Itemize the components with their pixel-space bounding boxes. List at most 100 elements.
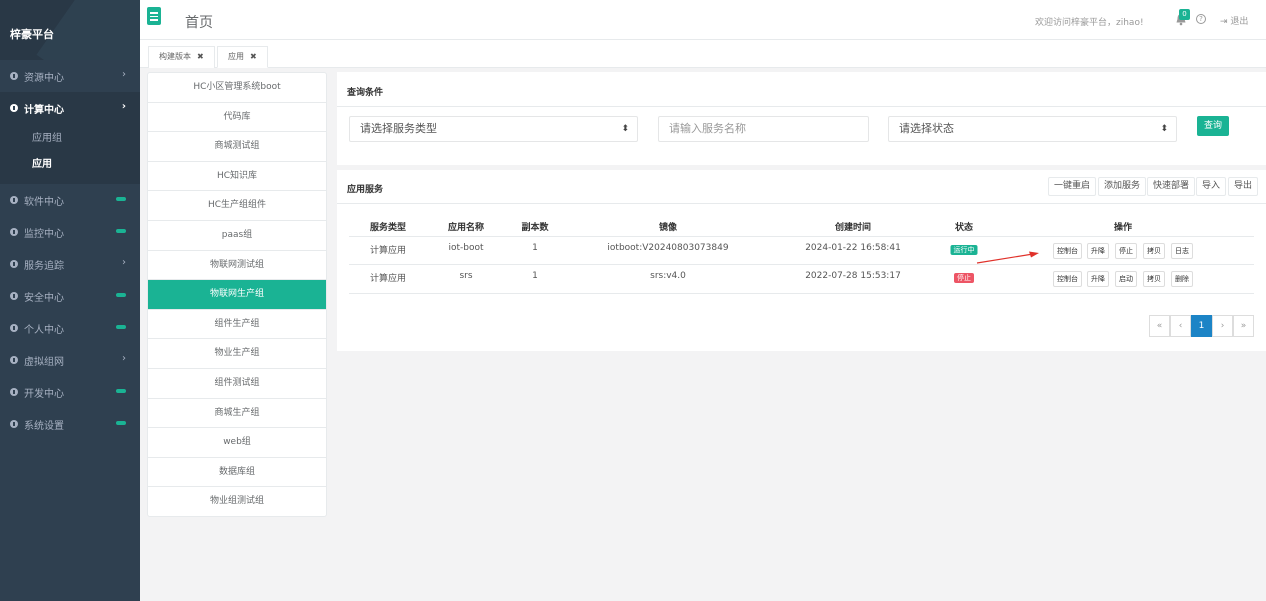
circle-icon xyxy=(10,420,18,428)
service-type-select[interactable]: 请选择服务类型 ⬍ xyxy=(349,116,638,142)
stop-button[interactable]: 停止 xyxy=(1115,243,1137,259)
import-button[interactable]: 导入 xyxy=(1196,177,1227,196)
list-item[interactable]: 物联网测试组 xyxy=(148,251,326,281)
sidebar-item-label: 服务追踪 xyxy=(24,260,64,272)
sidebar-item-vnet[interactable]: 虚拟组网 › xyxy=(0,344,140,376)
service-title: 应用服务 xyxy=(347,185,384,195)
list-item[interactable]: 组件测试组 xyxy=(148,369,326,399)
copy-button[interactable]: 拷贝 xyxy=(1143,243,1165,259)
list-item[interactable]: 物业组测试组 xyxy=(148,487,326,517)
list-item[interactable]: HC生产组组件 xyxy=(148,191,326,221)
close-icon[interactable]: ✖ xyxy=(250,52,257,61)
console-button[interactable]: 控制台 xyxy=(1053,243,1082,259)
logout-button[interactable]: ⇥ 退出 xyxy=(1220,14,1248,27)
cell-type: 计算应用 xyxy=(369,274,407,284)
export-button[interactable]: 导出 xyxy=(1228,177,1259,196)
sidebar-item-compute[interactable]: 计算中心 › xyxy=(0,92,140,124)
tab-label: 应用 xyxy=(228,52,244,61)
status-badge: 停止 xyxy=(954,273,974,283)
close-icon[interactable]: ✖ xyxy=(197,52,204,61)
sidebar-item-settings[interactable]: 系统设置 xyxy=(0,408,140,440)
copy-button[interactable]: 拷贝 xyxy=(1143,271,1165,287)
status-select[interactable]: 请选择状态 ⬍ xyxy=(888,116,1177,142)
list-item[interactable]: paas组 xyxy=(148,221,326,251)
sidebar-item-label: 个人中心 xyxy=(24,324,64,336)
circle-icon xyxy=(10,292,18,300)
list-item[interactable]: HC知识库 xyxy=(148,162,326,192)
circle-icon xyxy=(10,72,18,80)
sidebar-item-label: 监控中心 xyxy=(24,228,64,240)
logout-icon: ⇥ xyxy=(1220,17,1228,27)
circle-icon xyxy=(10,228,18,236)
new-badge xyxy=(116,229,126,233)
list-item[interactable]: web组 xyxy=(148,428,326,458)
log-button[interactable]: 日志 xyxy=(1171,243,1193,259)
column-header: 创建时间 xyxy=(834,223,872,233)
list-item[interactable]: 组件生产组 xyxy=(148,310,326,340)
circle-icon xyxy=(10,104,18,112)
sidebar-item-software[interactable]: 软件中心 xyxy=(0,184,140,216)
notification-count: 0 xyxy=(1179,9,1190,20)
sidebar-submenu: 应用组 应用 xyxy=(0,124,140,184)
welcome-text: 欢迎访问梓豪平台，zihao! xyxy=(1035,18,1144,28)
page-title: 首页 xyxy=(185,15,213,31)
list-item-selected[interactable]: 物联网生产组 xyxy=(148,280,326,310)
chevron-right-icon: › xyxy=(121,101,126,112)
new-badge xyxy=(116,389,126,393)
list-item[interactable]: 商城生产组 xyxy=(148,399,326,429)
cell-replicas: 1 xyxy=(532,243,538,253)
new-badge xyxy=(116,197,126,201)
search-button[interactable]: 查询 xyxy=(1197,116,1229,136)
menu-toggle-icon[interactable] xyxy=(147,7,161,25)
circle-icon xyxy=(10,324,18,332)
next-page-button[interactable]: › xyxy=(1212,315,1233,337)
scale-button[interactable]: 升降 xyxy=(1087,271,1109,287)
tab-build-version[interactable]: 构建版本 ✖ xyxy=(148,46,215,68)
caret-updown-icon: ⬍ xyxy=(621,124,629,134)
select-value: 请选择服务类型 xyxy=(360,122,437,135)
sidebar-item-dev[interactable]: 开发中心 xyxy=(0,376,140,408)
column-header: 应用名称 xyxy=(447,223,485,233)
input-placeholder: 请输入服务名称 xyxy=(669,122,746,135)
sidebar-header: 梓豪平台 xyxy=(0,0,140,60)
list-item[interactable]: 代码库 xyxy=(148,103,326,133)
page-1-button[interactable]: 1 xyxy=(1191,315,1212,337)
cell-name: iot-boot xyxy=(448,243,484,253)
select-value: 请选择状态 xyxy=(899,122,954,135)
quick-deploy-button[interactable]: 快速部署 xyxy=(1147,177,1196,196)
list-item[interactable]: 数据库组 xyxy=(148,458,326,488)
sidebar-item-resource[interactable]: 资源中心 › xyxy=(0,60,140,92)
cell-image: iotboot:V20240803073849 xyxy=(607,243,729,253)
circle-icon xyxy=(10,356,18,364)
sidebar-subitem-app-group[interactable]: 应用组 xyxy=(0,126,140,152)
sidebar-item-monitor[interactable]: 监控中心 xyxy=(0,216,140,248)
tab-app[interactable]: 应用 ✖ xyxy=(217,46,268,68)
sidebar-subitem-app[interactable]: 应用 xyxy=(0,152,140,178)
service-name-input[interactable]: 请输入服务名称 xyxy=(658,116,869,142)
scale-button[interactable]: 升降 xyxy=(1087,243,1109,259)
sidebar-item-tracing[interactable]: 服务追踪 › xyxy=(0,248,140,280)
new-badge xyxy=(116,421,126,425)
help-icon[interactable]: ? xyxy=(1196,14,1206,24)
list-item[interactable]: 物业生产组 xyxy=(148,339,326,369)
list-item[interactable]: HC小区管理系统boot xyxy=(148,73,326,103)
cell-created: 2024-01-22 16:58:41 xyxy=(805,243,901,253)
console-button[interactable]: 控制台 xyxy=(1053,271,1082,287)
last-page-button[interactable]: » xyxy=(1233,315,1254,337)
top-bar: 首页 欢迎访问梓豪平台，zihao! 0 ? ⇥ 退出 xyxy=(140,0,1266,40)
delete-button[interactable]: 删除 xyxy=(1171,271,1193,287)
list-item[interactable]: 商城测试组 xyxy=(148,132,326,162)
divider xyxy=(337,203,1266,204)
prev-page-button[interactable]: ‹ xyxy=(1170,315,1191,337)
add-service-button[interactable]: 添加服务 xyxy=(1098,177,1147,196)
sidebar-item-security[interactable]: 安全中心 xyxy=(0,280,140,312)
first-page-button[interactable]: « xyxy=(1149,315,1170,337)
start-button[interactable]: 启动 xyxy=(1115,271,1137,287)
circle-icon xyxy=(10,388,18,396)
table-header-line xyxy=(349,236,1254,237)
restart-all-button[interactable]: 一键重启 xyxy=(1048,177,1097,196)
app-group-list: HC小区管理系统boot 代码库 商城测试组 HC知识库 HC生产组组件 paa… xyxy=(147,72,327,517)
sidebar-item-personal[interactable]: 个人中心 xyxy=(0,312,140,344)
column-header: 镜像 xyxy=(658,223,678,233)
cell-created: 2022-07-28 15:53:17 xyxy=(805,271,901,281)
